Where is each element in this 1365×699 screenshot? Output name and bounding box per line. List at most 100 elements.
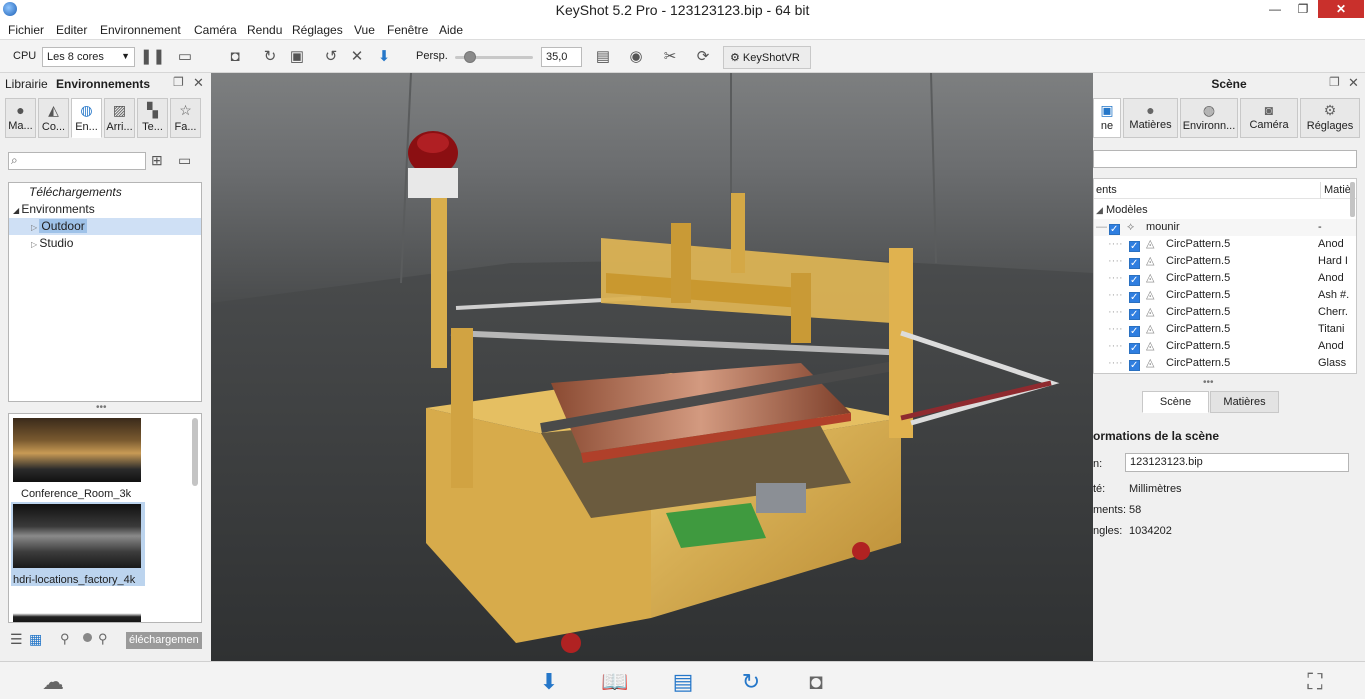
unit-label: té: <box>1093 483 1106 495</box>
subtab-materials[interactable]: Matières <box>1210 391 1279 413</box>
fov-input[interactable]: 35,0 <box>541 47 582 67</box>
tree-item-models[interactable]: ◢ Modèles <box>1094 202 1356 219</box>
close-icon[interactable]: ✕ <box>193 75 204 91</box>
refresh-icon[interactable]: ↻ <box>261 48 279 66</box>
list-view-icon[interactable]: ☰ <box>10 631 23 648</box>
tree-line: ···· <box>1108 272 1123 284</box>
folder-icon[interactable]: ▭ <box>178 152 191 169</box>
download-arrow-icon[interactable]: ⬇ <box>375 48 393 66</box>
scene-tree-row[interactable]: ···· ◬ CircPattern.5 Cherr. <box>1094 304 1356 323</box>
tab-textures[interactable]: ▚ Te... <box>137 98 168 138</box>
column-header-name[interactable]: ents <box>1096 182 1117 199</box>
lock-icon[interactable]: ▣ <box>288 48 306 66</box>
render-image <box>211 73 1093 661</box>
menu-reglages[interactable]: Réglages <box>292 23 343 37</box>
part-icon: ◬ <box>1146 272 1155 284</box>
project-list-icon[interactable]: ▤ <box>668 668 698 696</box>
render-screenshot-icon[interactable]: ◘ <box>801 668 831 696</box>
fov-slider-thumb[interactable] <box>464 51 476 63</box>
render-viewport[interactable] <box>211 73 1093 661</box>
column-header-material[interactable]: Matiè <box>1320 182 1351 199</box>
menu-rendu[interactable]: Rendu <box>247 23 282 37</box>
thumbnail-factory[interactable] <box>13 504 141 568</box>
float-icon[interactable]: ❐ <box>1329 75 1340 89</box>
reset-camera-icon[interactable]: ↺ <box>322 48 340 66</box>
add-folder-icon[interactable]: ⊞ <box>151 152 163 169</box>
scene-tree-row[interactable]: ···· ◬ CircPattern.5 Glass <box>1094 355 1356 374</box>
region-icon[interactable]: ▤ <box>594 48 612 66</box>
fit-icon[interactable]: ✕ <box>348 48 366 66</box>
sync-icon[interactable]: ⟳ <box>694 48 712 66</box>
scene-search-input[interactable] <box>1093 150 1357 168</box>
scene-tree-row[interactable]: ···· ◬ CircPattern.5 Hard I <box>1094 253 1356 272</box>
tree-item-downloads[interactable]: Téléchargements <box>9 184 201 201</box>
scene-info-title: ormations de la scène <box>1093 429 1220 443</box>
thumb-size-slider[interactable] <box>83 633 92 642</box>
scrollbar-thumb[interactable] <box>1350 182 1355 217</box>
grid-view-icon[interactable]: ▦ <box>29 631 42 648</box>
subtab-scene[interactable]: Scène <box>1142 391 1209 413</box>
menu-vue[interactable]: Vue <box>354 23 375 37</box>
tab-reglages[interactable]: ⚙ Réglages <box>1300 98 1360 138</box>
tab-favorites[interactable]: ☆ Fa... <box>170 98 201 138</box>
download-button[interactable]: éléchargemen <box>126 632 202 649</box>
thumbnail-label: Conference_Room_3k <box>21 488 132 500</box>
tree-item-mounir[interactable]: — ⟡ mounir - <box>1094 219 1356 238</box>
tab-scene[interactable]: ▣ ne <box>1093 98 1121 138</box>
menu-editer[interactable]: Editer <box>56 23 87 37</box>
thumbnail-conference-room[interactable] <box>13 418 141 482</box>
zoom-out-icon[interactable]: ⚲ <box>60 631 70 647</box>
menu-fenetre[interactable]: Fenêtre <box>387 23 428 37</box>
tree-line: ···· <box>1108 255 1123 267</box>
cores-select[interactable]: Les 8 cores ▼ <box>42 47 135 67</box>
scene-tree-row[interactable]: ···· ◬ CircPattern.5 Anod <box>1094 338 1356 357</box>
tree-line: ···· <box>1108 306 1123 318</box>
film-icon[interactable]: ▭ <box>176 48 194 66</box>
geometry-icon[interactable]: ◉ <box>627 48 645 66</box>
scene-name-input[interactable]: 123123123.bip <box>1125 453 1349 472</box>
menu-aide[interactable]: Aide <box>439 23 463 37</box>
visibility-checkbox[interactable] <box>1129 357 1140 374</box>
tab-camera[interactable]: ◙ Caméra <box>1240 98 1298 138</box>
tools-icon[interactable]: ✂ <box>661 48 679 66</box>
tab-librairie[interactable]: Librairie <box>5 77 48 91</box>
tab-environnement[interactable]: ◍ Environn... <box>1180 98 1238 138</box>
menu-environnement[interactable]: Environnement <box>100 23 181 37</box>
pause-icon[interactable]: ❚❚ <box>140 48 165 66</box>
thumbnail-partial[interactable] <box>13 606 141 622</box>
tab-materials[interactable]: ● Ma... <box>5 98 36 138</box>
scene-tree-row[interactable]: ···· ◬ CircPattern.5 Titani <box>1094 321 1356 340</box>
menu-camera[interactable]: Caméra <box>194 23 237 37</box>
library-search-input[interactable]: ⌕ <box>8 152 146 170</box>
fullscreen-icon[interactable]: ⛶ <box>1300 668 1330 696</box>
cloud-icon[interactable]: ☁ <box>38 668 68 696</box>
import-icon[interactable]: ⬇ <box>534 668 564 696</box>
tab-backplates[interactable]: ▨ Arri... <box>104 98 135 138</box>
tab-colors[interactable]: ◭ Co... <box>38 98 69 138</box>
float-icon[interactable]: ❐ <box>173 75 184 89</box>
close-icon[interactable]: ✕ <box>1348 75 1359 91</box>
tab-matieres[interactable]: ● Matières <box>1123 98 1178 138</box>
part-material: Cherr. <box>1318 306 1348 318</box>
screenshot-icon[interactable]: ◘ <box>226 48 244 66</box>
tree-item-studio[interactable]: ▷ Studio <box>9 235 201 252</box>
zoom-in-icon[interactable]: ⚲ <box>98 631 108 647</box>
scene-tree-row[interactable]: ···· ◬ CircPattern.5 Anod <box>1094 236 1356 255</box>
splitter-handle[interactable]: ••• <box>96 402 107 413</box>
scene-tree-row[interactable]: ···· ◬ CircPattern.5 Ash #. <box>1094 287 1356 306</box>
restore-button[interactable]: ❐ <box>1289 0 1317 18</box>
scrollbar-thumb[interactable] <box>192 418 198 486</box>
tree-item-environments[interactable]: ◢ Environments <box>9 201 201 218</box>
keyshotvr-button[interactable]: ⚙ KeyShotVR <box>723 46 811 69</box>
camera-icon: ◙ <box>1264 102 1274 118</box>
menu-fichier[interactable]: Fichier <box>8 23 44 37</box>
minimize-button[interactable]: — <box>1261 0 1289 18</box>
library-book-icon[interactable]: 📖 <box>600 668 630 696</box>
splitter-handle[interactable]: ••• <box>1203 377 1214 388</box>
animation-icon[interactable]: ↻ <box>736 668 766 696</box>
tab-environments[interactable]: ◍ En... <box>71 98 102 138</box>
tree-item-outdoor[interactable]: ▷ Outdoor <box>9 218 201 235</box>
close-button[interactable]: ✕ <box>1318 0 1364 18</box>
scene-tree-row[interactable]: ···· ◬ CircPattern.5 Anod <box>1094 270 1356 289</box>
tab-environnements[interactable]: Environnements <box>56 77 150 91</box>
